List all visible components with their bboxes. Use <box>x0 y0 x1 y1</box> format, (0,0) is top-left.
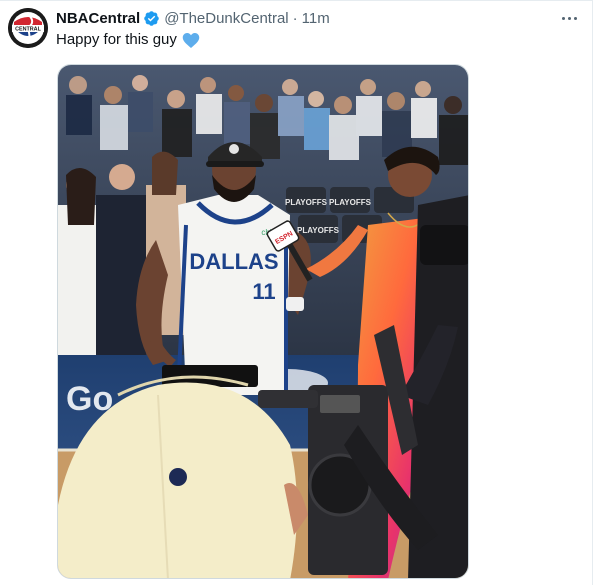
avatar[interactable]: CENTRAL <box>8 8 48 48</box>
display-name[interactable]: NBACentral <box>56 10 140 27</box>
playoffs-sign: PLAYOFFS <box>329 198 372 207</box>
playoffs-sign: PLAYOFFS <box>297 226 340 235</box>
blue-heart-icon <box>182 32 200 49</box>
avatar-logo-text: CENTRAL <box>15 27 41 33</box>
playoffs-sign: PLAYOFFS <box>285 198 328 207</box>
separator-dot: · <box>292 9 298 27</box>
tweet-header: NBACentral @TheDunkCentral · 11m <box>56 8 330 28</box>
handle[interactable]: @TheDunkCentral <box>164 10 288 27</box>
nbacentral-logo-icon: CENTRAL <box>8 8 48 48</box>
more-options-icon[interactable] <box>561 10 579 28</box>
verified-badge-icon <box>143 10 160 27</box>
tweet-text-content: Happy for this guy <box>56 31 177 48</box>
tweet-text: Happy for this guy <box>56 30 200 50</box>
timestamp[interactable]: 11m <box>302 10 330 27</box>
interview-photo: PLAYOFFS PLAYOFFS PLAYOFFS Go DALLAS 11 … <box>58 65 468 578</box>
jersey-number: 11 <box>252 279 275 304</box>
jersey-team: DALLAS <box>189 249 278 274</box>
tweet-photo[interactable]: PLAYOFFS PLAYOFFS PLAYOFFS Go DALLAS 11 … <box>57 64 469 579</box>
top-divider <box>0 0 593 1</box>
